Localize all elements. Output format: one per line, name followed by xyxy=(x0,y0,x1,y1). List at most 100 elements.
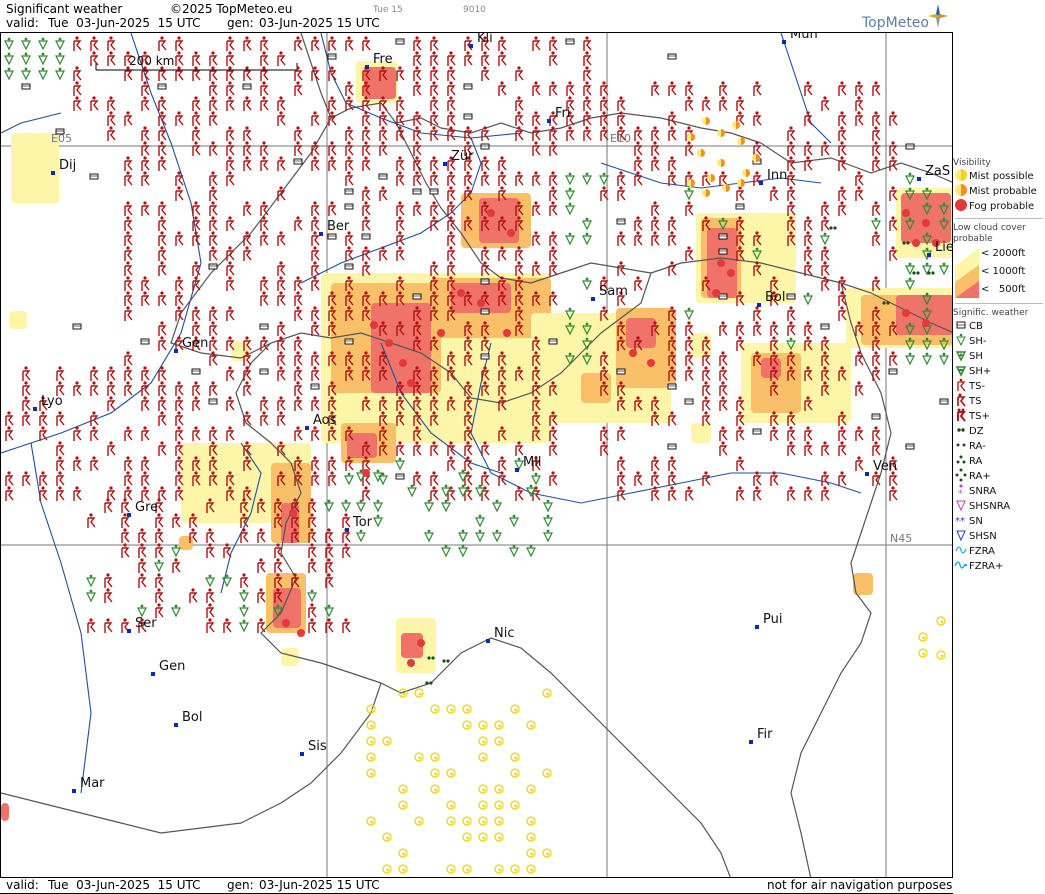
sh-icon xyxy=(939,262,949,276)
topmeteo-logo[interactable]: TopMeteo xyxy=(862,15,929,31)
ts-icon xyxy=(158,141,167,156)
ts-icon xyxy=(209,111,218,126)
ts-icon xyxy=(311,216,320,231)
ts-icon xyxy=(5,471,14,486)
ts-icon xyxy=(107,441,116,456)
ts-icon xyxy=(634,231,643,246)
ts-icon xyxy=(872,111,881,126)
ts-icon xyxy=(138,558,147,573)
ts-icon xyxy=(855,111,864,126)
mist-icon xyxy=(430,704,440,714)
ts-icon xyxy=(73,456,82,471)
svg-text:Pui: Pui xyxy=(763,612,782,627)
ts-icon xyxy=(175,396,184,411)
legend-sigwx-tsplus: TS+ xyxy=(953,408,1045,424)
ts-icon xyxy=(770,186,779,201)
ts-icon xyxy=(56,456,65,471)
ts-icon xyxy=(138,543,147,558)
ts-icon xyxy=(804,111,813,126)
ts-icon xyxy=(104,618,113,633)
ts-icon xyxy=(175,36,184,51)
svg-text:Ser: Ser xyxy=(135,616,157,631)
ts-icon xyxy=(430,486,439,501)
ts-icon xyxy=(753,321,762,336)
ts-icon xyxy=(141,156,150,171)
city-aos-14: Aos xyxy=(305,413,337,430)
sh-icon xyxy=(137,604,147,618)
mist-icon xyxy=(446,704,456,714)
sh-icon xyxy=(38,52,48,66)
sh-icon xyxy=(395,457,405,471)
city-ser-19: Ser xyxy=(127,616,157,633)
weather-symbols xyxy=(4,36,949,874)
cb-icon xyxy=(140,338,150,345)
cb-icon xyxy=(463,83,473,90)
ts-icon xyxy=(277,96,286,111)
mist-icon xyxy=(526,784,536,794)
ts-icon xyxy=(294,276,303,291)
city-ven-16: Ven xyxy=(865,459,897,476)
sh-icon xyxy=(324,499,334,513)
ts-icon xyxy=(56,366,65,381)
cb-icon xyxy=(871,413,881,420)
fog-icon xyxy=(717,259,725,267)
ts-icon xyxy=(311,156,320,171)
ts-icon xyxy=(311,471,320,486)
sh-icon xyxy=(373,499,383,513)
ts-icon xyxy=(277,411,286,426)
ts-icon xyxy=(651,81,660,96)
ts-icon xyxy=(158,201,167,216)
ts-icon xyxy=(175,381,184,396)
legend-sigwx-raminus: RA- xyxy=(953,439,1045,454)
cb-icon xyxy=(361,233,371,240)
ts-icon xyxy=(172,558,181,573)
mist-icon xyxy=(398,848,408,858)
sh-icon xyxy=(514,457,524,471)
svg-text:Fre: Fre xyxy=(373,52,393,67)
cb-icon xyxy=(888,368,898,375)
mist-probable-icon xyxy=(702,189,710,197)
mist-icon xyxy=(526,720,536,730)
ts-icon xyxy=(294,306,303,321)
fog-icon xyxy=(712,289,720,297)
ts-icon xyxy=(362,111,371,126)
ts-icon xyxy=(685,366,694,381)
ts-icon xyxy=(73,66,82,81)
mist-probable-icon xyxy=(687,133,695,141)
cb-icon xyxy=(344,203,354,210)
ts-icon xyxy=(498,471,507,486)
ts-icon xyxy=(532,171,541,186)
cb-icon xyxy=(55,128,65,135)
city-kli-1: Kli xyxy=(469,33,493,48)
ts-icon xyxy=(294,426,303,441)
ts-icon xyxy=(668,81,677,96)
ts-icon xyxy=(155,543,164,558)
ts-icon xyxy=(73,426,82,441)
ts-icon xyxy=(311,396,320,411)
ts-icon xyxy=(872,201,881,216)
ts-icon xyxy=(413,36,422,51)
ts-icon xyxy=(719,96,728,111)
ts-icon xyxy=(838,426,847,441)
city-inn-6: Inn xyxy=(759,168,787,185)
ts-icon xyxy=(104,573,113,588)
ts-icon xyxy=(138,528,147,543)
city-pui-23: Pui xyxy=(755,612,782,629)
ts-icon xyxy=(447,186,456,201)
ts-icon xyxy=(124,291,133,306)
svg-text:ZaS: ZaS xyxy=(925,164,950,179)
ts-icon xyxy=(362,36,371,51)
cb-icon xyxy=(616,218,626,225)
ts-icon xyxy=(617,486,626,501)
weather-map[interactable]: 200 km E05 E10 N45 Fre Kli Mun Fri Dij Zür Inn… xyxy=(0,32,953,878)
city-mun-2: Mun xyxy=(782,33,818,44)
cb-icon xyxy=(21,83,31,90)
ts-icon xyxy=(22,366,31,381)
ts-icon xyxy=(498,36,507,51)
mist-icon xyxy=(542,768,552,778)
ts-icon xyxy=(345,141,354,156)
ts-icon xyxy=(396,246,405,261)
ts-icon xyxy=(804,216,813,231)
ts-icon xyxy=(787,426,796,441)
ts-icon xyxy=(121,528,130,543)
